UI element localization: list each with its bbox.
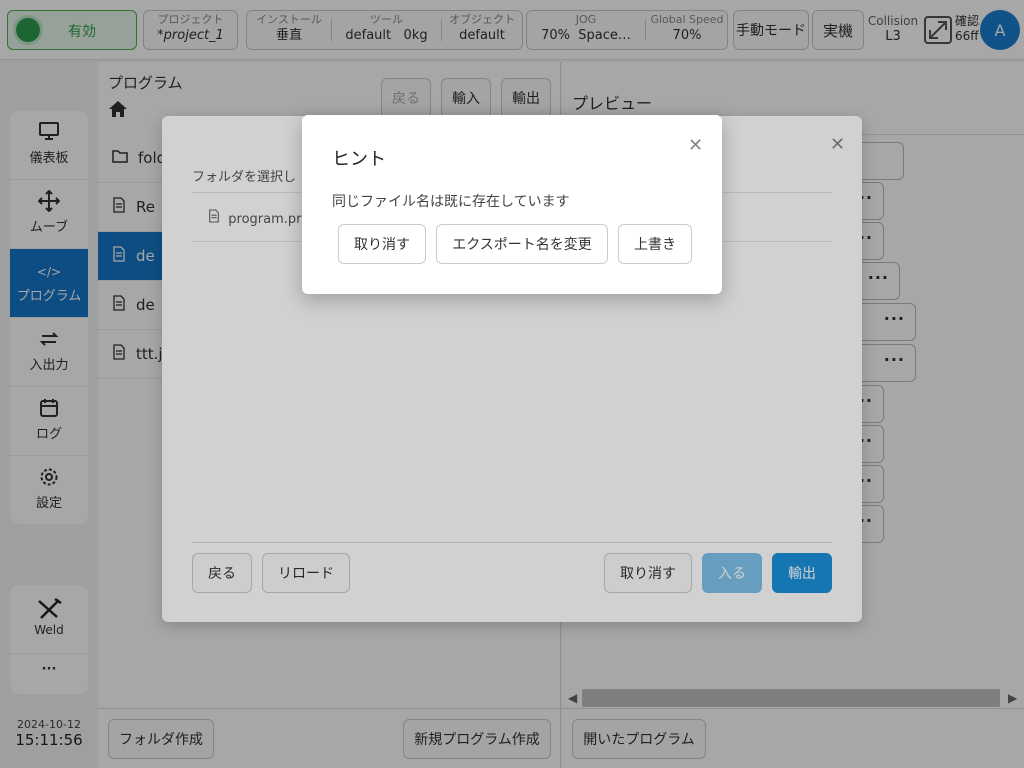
- close-icon[interactable]: ✕: [688, 135, 703, 156]
- hint-dialog: ヒント ✕ 同じファイル名は既に存在しています 取り消す エクスポート名を変更 …: [302, 115, 722, 294]
- cancel-button[interactable]: 取り消す: [338, 224, 426, 264]
- rename-export-button[interactable]: エクスポート名を変更: [436, 224, 608, 264]
- dialog-message: 同じファイル名は既に存在しています: [332, 194, 570, 210]
- overwrite-button[interactable]: 上書き: [618, 224, 692, 264]
- dialog-title: ヒント: [332, 149, 386, 170]
